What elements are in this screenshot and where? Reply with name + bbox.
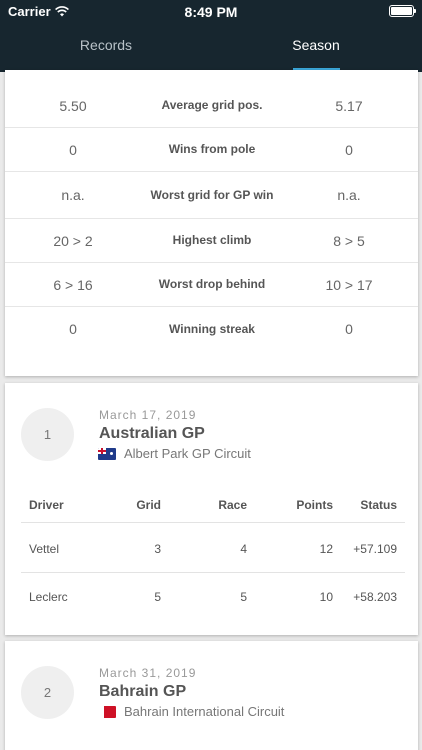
app-header: Carrier 8:49 PM Records Season <box>0 0 422 72</box>
stat-row-highest-climb: 20 > 2 Highest climb 8 > 5 <box>5 219 418 263</box>
table-row: Leclerc 5 5 10 +58.203 <box>21 573 405 621</box>
bahrain-flag-icon <box>98 705 116 718</box>
column-grid: Grid <box>136 497 161 512</box>
stat-label: Winning streak <box>169 321 255 336</box>
column-driver: Driver <box>29 497 64 512</box>
stat-row-worst-grid-win: n.a. Worst grid for GP win n.a. <box>5 172 418 219</box>
stat-left-value: 5.50 <box>59 97 87 114</box>
stat-right-value: 10 > 17 <box>325 276 373 293</box>
stat-left-value: 20 > 2 <box>53 232 93 249</box>
stat-label: Wins from pole <box>168 142 256 156</box>
circuit-info: Albert Park GP Circuit <box>98 446 251 461</box>
race-position: 4 <box>240 541 247 556</box>
stat-right-value: 0 <box>345 321 353 337</box>
results-table-header: Driver Grid Race Points Status <box>21 487 405 523</box>
circuit-name: Albert Park GP Circuit <box>124 446 251 461</box>
stat-right-value: 0 <box>345 141 353 158</box>
status-value: +57.109 <box>353 541 397 556</box>
tab-records[interactable]: Records <box>64 37 148 53</box>
stat-label: Highest climb <box>172 233 252 247</box>
stat-right-value: n.a. <box>337 187 361 203</box>
stat-left-value: 0 <box>69 321 77 337</box>
stat-left-value: 6 > 16 <box>53 276 93 293</box>
stat-right-value: 5.17 <box>335 97 363 114</box>
stat-label: Worst grid for GP win <box>150 187 274 202</box>
stat-row-average-grid: 5.50 Average grid pos. 5.17 <box>5 84 418 128</box>
table-row: Vettel 3 4 12 +57.109 <box>21 525 405 573</box>
driver-name: Vettel <box>29 541 60 556</box>
race-date: March 31, 2019 <box>99 666 197 680</box>
points-value: 10 <box>319 590 333 604</box>
stat-right-value: 8 > 5 <box>333 232 365 249</box>
race-date: March 17, 2019 <box>99 408 197 422</box>
tab-season[interactable]: Season <box>275 37 357 53</box>
race-position: 5 <box>240 590 247 604</box>
points-value: 12 <box>319 541 333 556</box>
race-name: Bahrain GP <box>99 683 187 700</box>
race-card-australian-gp[interactable]: 1 March 17, 2019 Australian GP Albert Pa… <box>5 383 418 635</box>
circuit-info: Bahrain International Circuit <box>98 704 284 719</box>
stat-row-winning-streak: 0 Winning streak 0 <box>5 307 418 351</box>
stat-row-worst-drop: 6 > 16 Worst drop behind 10 > 17 <box>5 263 418 307</box>
status-value: +58.203 <box>353 590 397 604</box>
grid-position: 3 <box>154 541 161 556</box>
status-bar: Carrier 8:49 PM <box>0 0 422 24</box>
stat-row-wins-from-pole: 0 Wins from pole 0 <box>5 128 418 172</box>
stat-left-value: 0 <box>69 141 77 158</box>
race-card-bahrain-gp[interactable]: 2 March 31, 2019 Bahrain GP Bahrain Inte… <box>5 641 418 750</box>
race-name: Australian GP <box>99 425 205 442</box>
circuit-name: Bahrain International Circuit <box>124 704 285 719</box>
australia-flag-icon <box>98 447 116 460</box>
comparison-stats-card: 5.50 Average grid pos. 5.17 0 Wins from … <box>5 70 418 376</box>
column-status: Status <box>360 497 397 512</box>
battery-icon <box>389 5 416 17</box>
column-race: Race <box>218 497 247 512</box>
driver-name: Leclerc <box>29 590 68 604</box>
stat-left-value: n.a. <box>61 187 85 203</box>
clock: 8:49 PM <box>184 4 238 20</box>
stat-label: Worst drop behind <box>158 277 266 291</box>
column-points: Points <box>296 497 333 512</box>
tab-bar: Records Season <box>0 28 422 72</box>
grid-position: 5 <box>154 590 161 604</box>
stat-label: Average grid pos. <box>161 98 263 112</box>
round-number-badge: 1 <box>21 408 74 461</box>
round-number-badge: 2 <box>21 666 74 719</box>
